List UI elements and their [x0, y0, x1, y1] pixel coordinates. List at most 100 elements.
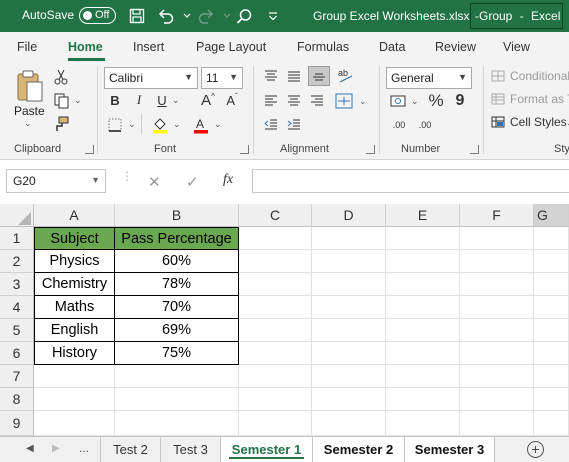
underline-button[interactable]: U [155, 92, 169, 108]
grid-cell[interactable] [239, 227, 312, 250]
table-cell[interactable]: English [34, 319, 115, 342]
clipboard-launcher-icon[interactable] [85, 145, 94, 154]
autosave-toggle[interactable]: Off [79, 7, 116, 24]
sheet-tab-semester-2[interactable]: Semester 2 [313, 437, 405, 462]
row-header-5[interactable]: 5 [0, 319, 34, 342]
percent-style-button[interactable]: % [427, 91, 445, 111]
grid-cell[interactable] [312, 342, 386, 365]
font-size-select[interactable]: 11 ▼ [201, 67, 243, 89]
insert-function-icon[interactable]: fx [223, 172, 233, 196]
undo-icon[interactable] [155, 5, 177, 27]
row-header-4[interactable]: 4 [0, 296, 34, 319]
grid-cell[interactable] [312, 250, 386, 273]
table-cell[interactable]: Maths [34, 296, 115, 319]
cancel-icon[interactable]: ✕ [148, 173, 161, 197]
grid-cell[interactable] [460, 250, 534, 273]
customize-toolbar-icon[interactable] [262, 5, 284, 27]
fill-color-icon[interactable] [150, 115, 170, 135]
sheet-tab-test-2[interactable]: Test 2 [101, 437, 161, 462]
grid-cell[interactable] [534, 342, 569, 365]
save-icon[interactable] [126, 5, 148, 27]
grid-cell[interactable] [239, 388, 312, 411]
table-cell[interactable]: Chemistry [34, 273, 115, 296]
grid-cell[interactable] [386, 250, 460, 273]
grid-cell[interactable] [534, 319, 569, 342]
enter-icon[interactable]: ✓ [186, 173, 199, 197]
grid-cell[interactable] [34, 388, 115, 411]
table-cell[interactable]: History [34, 342, 115, 365]
align-top-icon[interactable] [262, 68, 280, 84]
row-header-6[interactable]: 6 [0, 342, 34, 365]
grid-cell[interactable] [386, 227, 460, 250]
row-header-8[interactable]: 8 [0, 388, 34, 411]
table-cell[interactable]: 75% [115, 342, 239, 365]
grid-cell[interactable] [239, 319, 312, 342]
copy-dropdown-icon[interactable]: ⌄ [74, 95, 82, 106]
column-header-f[interactable]: F [460, 204, 534, 227]
fill-color-dropdown-icon[interactable]: ⌄ [173, 119, 181, 130]
redo-icon[interactable] [195, 5, 217, 27]
table-cell[interactable]: 70% [115, 296, 239, 319]
align-bottom-icon[interactable] [308, 66, 330, 86]
format-as-table-button[interactable]: Format as T [510, 92, 569, 106]
grid-cell[interactable] [534, 250, 569, 273]
cut-icon[interactable] [52, 68, 70, 86]
grid-cell[interactable] [115, 388, 239, 411]
grid-cell[interactable] [460, 227, 534, 250]
number-format-select[interactable]: General ▼ [386, 67, 472, 89]
grid-cell[interactable] [534, 365, 569, 388]
grid-cell[interactable] [312, 319, 386, 342]
merge-dropdown-icon[interactable]: ⌄ [359, 96, 367, 107]
grid-cell[interactable] [386, 273, 460, 296]
tab-review[interactable]: Review [435, 40, 476, 54]
grid-cell[interactable] [115, 411, 239, 436]
grid-cell[interactable] [534, 273, 569, 296]
scroll-left-icon[interactable]: ◀ [26, 443, 34, 454]
borders-icon[interactable] [106, 116, 124, 134]
grid-cell[interactable] [386, 388, 460, 411]
format-painter-icon[interactable] [52, 115, 70, 133]
sheet-tab-semester-3[interactable]: Semester 3 [405, 437, 495, 462]
number-launcher-icon[interactable] [470, 145, 479, 154]
conditional-formatting-icon[interactable] [490, 69, 506, 83]
bold-button[interactable]: B [108, 92, 122, 108]
column-header-g[interactable]: G [534, 204, 569, 227]
grid-cell[interactable] [239, 250, 312, 273]
grid-cell[interactable] [386, 296, 460, 319]
column-header-a[interactable]: A [34, 204, 115, 227]
grid-cell[interactable] [239, 342, 312, 365]
scroll-right-icon[interactable]: ▶ [52, 443, 60, 454]
decrease-indent-icon[interactable] [262, 117, 280, 133]
grid-cell[interactable] [239, 411, 312, 436]
formula-input[interactable] [252, 169, 569, 193]
increase-decimal-button[interactable]: .00 [388, 115, 410, 135]
grid-cell[interactable] [386, 342, 460, 365]
grid-cell[interactable] [115, 365, 239, 388]
row-header-9[interactable]: 9 [0, 411, 34, 436]
tab-formulas[interactable]: Formulas [297, 40, 349, 54]
cell-styles-button[interactable]: Cell Styles [510, 115, 567, 129]
font-color-dropdown-icon[interactable]: ⌄ [214, 119, 222, 130]
grid-cell[interactable] [239, 365, 312, 388]
grow-font-button[interactable]: A ^ [198, 91, 218, 109]
align-center-icon[interactable] [285, 93, 303, 109]
row-header-2[interactable]: 2 [0, 250, 34, 273]
table-cell[interactable]: 78% [115, 273, 239, 296]
grid-cell[interactable] [386, 365, 460, 388]
table-cell[interactable]: 69% [115, 319, 239, 342]
grid-cell[interactable] [239, 273, 312, 296]
cell-styles-icon[interactable] [490, 115, 506, 129]
tab-view[interactable]: View [503, 40, 530, 54]
search-icon[interactable] [233, 5, 255, 27]
copy-icon[interactable] [52, 92, 70, 110]
grid-cell[interactable] [312, 365, 386, 388]
row-header-7[interactable]: 7 [0, 365, 34, 388]
grid-cell[interactable] [312, 273, 386, 296]
grid-cell[interactable] [460, 411, 534, 436]
tab-insert[interactable]: Insert [133, 40, 164, 54]
tab-page-layout[interactable]: Page Layout [196, 40, 266, 54]
accounting-dropdown-icon[interactable]: ⌄ [411, 96, 419, 107]
wrap-text-icon[interactable] [333, 91, 355, 111]
grid-cell[interactable] [460, 319, 534, 342]
add-sheet-button[interactable]: + [527, 441, 544, 458]
